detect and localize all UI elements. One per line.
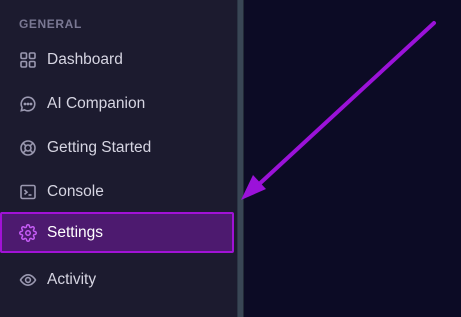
sidebar-item-ai-companion[interactable]: AI Companion <box>0 84 234 124</box>
sidebar-item-label: Settings <box>47 223 104 241</box>
sidebar-item-getting-started[interactable]: Getting Started <box>0 128 234 168</box>
gear-icon <box>19 223 37 242</box>
lifebuoy-icon <box>19 139 37 157</box>
terminal-icon <box>19 183 37 201</box>
sidebar-item-label: Dashboard <box>47 51 123 68</box>
resize-handle[interactable] <box>237 0 244 317</box>
sidebar: GENERAL Dashboard AI Companion Getting S… <box>0 0 237 317</box>
sidebar-item-label: Getting Started <box>47 139 152 156</box>
app-window: GENERAL Dashboard AI Companion Getting S… <box>0 0 461 317</box>
section-label: GENERAL <box>19 17 82 31</box>
chat-bubble-icon <box>19 95 37 113</box>
grid-icon <box>19 51 37 69</box>
sidebar-item-label: AI Companion <box>47 95 146 112</box>
eye-icon <box>19 271 37 289</box>
sidebar-item-console[interactable]: Console <box>0 172 234 212</box>
sidebar-item-label: Console <box>47 183 104 200</box>
main-content <box>244 0 461 317</box>
sidebar-item-settings[interactable]: Settings <box>0 212 234 253</box>
sidebar-item-label: Activity <box>47 271 97 288</box>
sidebar-item-dashboard[interactable]: Dashboard <box>0 40 234 80</box>
sidebar-item-activity[interactable]: Activity <box>0 260 234 300</box>
